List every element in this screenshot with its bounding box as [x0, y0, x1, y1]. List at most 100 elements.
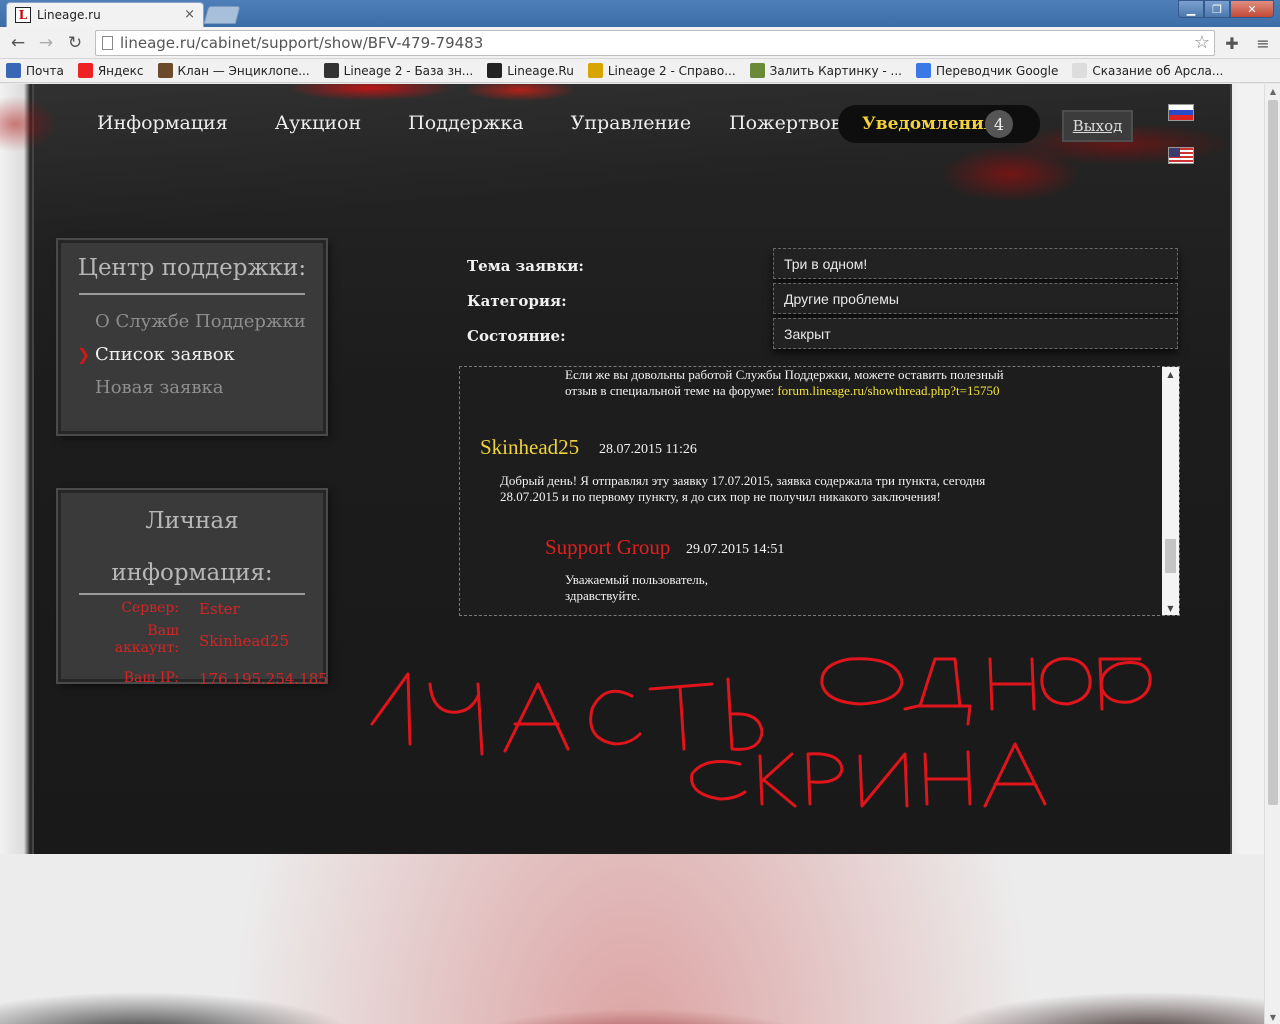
menu-icon[interactable]: ≡	[1252, 31, 1274, 55]
bookmark-item[interactable]: Клан — Энциклопе...	[157, 63, 310, 78]
intro-line2-prefix: отзыв в специальной теме на форуме:	[565, 383, 778, 398]
status-label: Состояние:	[467, 327, 566, 345]
extension-icon[interactable]: ✚	[1221, 31, 1243, 55]
bookmark-item[interactable]: Lineage 2 - База зн...	[323, 63, 474, 78]
notifications-label: Уведомления	[862, 114, 997, 134]
forum-link[interactable]: forum.lineage.ru/showthread.php?t=15750	[777, 383, 999, 398]
page-viewport: Информация Аукцион Поддержка Управление …	[0, 84, 1264, 1024]
menu-item-label: Список заявок	[95, 344, 235, 365]
russian-flag-icon[interactable]	[1168, 104, 1194, 121]
bookmark-item[interactable]: Яндекс	[77, 63, 144, 78]
category-label: Категория:	[467, 292, 567, 310]
bookmark-item[interactable]: Залить Картинку - ...	[749, 63, 902, 78]
browser-tab[interactable]: L Lineage.ru ×	[6, 2, 204, 27]
mail-icon	[6, 63, 21, 78]
nav-item-info[interactable]: Информация	[97, 112, 228, 134]
bookmark-label: Переводчик Google	[935, 63, 1059, 78]
support-author: Support Group	[545, 535, 671, 559]
bookmark-label: Яндекс	[97, 63, 144, 78]
bookmark-star-icon[interactable]: ☆	[1194, 32, 1210, 53]
user-message-line1: Добрый день! Я отправлял эту заявку 17.0…	[500, 473, 986, 488]
messages-panel[interactable]: Если же вы довольны работой Службы Подде…	[459, 366, 1180, 616]
intro-text: Если же вы довольны работой Службы Подде…	[565, 367, 1004, 399]
tab-title: Lineage.ru	[37, 8, 101, 22]
guide-icon	[587, 63, 603, 78]
server-label: Сервер:	[121, 600, 179, 616]
support-message-line2: здравствуйте.	[565, 588, 641, 603]
account-label-line1: Ваш	[147, 623, 179, 639]
nav-item-management[interactable]: Управление	[571, 112, 691, 134]
bookmark-label: Залить Картинку - ...	[769, 63, 902, 78]
account-label-line2: аккаунт:	[114, 640, 179, 656]
bookmark-label: Почта	[26, 63, 64, 78]
close-tab-icon[interactable]: ×	[184, 7, 195, 22]
page-scroll-up-arrow-icon[interactable]: ▲	[1265, 84, 1280, 98]
page-icon	[102, 36, 113, 50]
account-value: Skinhead25	[199, 632, 289, 650]
messages-scrollbar[interactable]: ▲ ▼	[1162, 367, 1179, 615]
bookmark-label: Lineage 2 - Справо...	[607, 63, 736, 78]
bookmark-item[interactable]: Lineage.Ru	[487, 63, 574, 78]
personal-info-title: Личная информация:	[61, 495, 323, 599]
scroll-up-arrow-icon[interactable]: ▲	[1162, 367, 1179, 381]
logout-button[interactable]: Выход	[1062, 110, 1133, 142]
page-scroll-thumb[interactable]	[1268, 100, 1278, 805]
bookmark-item[interactable]: Почта	[6, 63, 64, 78]
main-nav: Информация Аукцион Поддержка Управление …	[97, 112, 936, 134]
category-field: Другие проблемы	[773, 283, 1178, 314]
menu-item-new-ticket[interactable]: Новая заявка	[95, 377, 323, 410]
support-center-box: Центр поддержки: О Службе Поддержки ❯ Сп…	[58, 240, 326, 434]
bookmark-label: Клан — Энциклопе...	[177, 63, 310, 78]
support-message: Уважаемый пользователь, здравствуйте.	[565, 572, 708, 604]
notifications-button[interactable]: Уведомления 4	[838, 105, 1040, 143]
user-message: Добрый день! Я отправлял эту заявку 17.0…	[500, 473, 985, 505]
yandex-icon	[77, 63, 93, 78]
user-author: Skinhead25	[480, 435, 580, 459]
personal-info-title-line2: информация:	[111, 560, 273, 586]
personal-info-title-line1: Личная	[145, 508, 239, 534]
nav-item-support[interactable]: Поддержка	[408, 112, 524, 134]
menu-item-label: Новая заявка	[95, 377, 224, 398]
lineage-favicon-icon: L	[15, 7, 31, 23]
lineage-db-icon	[323, 63, 339, 78]
bookmark-item[interactable]: Переводчик Google	[915, 63, 1059, 78]
bookmark-item[interactable]: Сказание об Арсла...	[1072, 63, 1223, 78]
active-arrow-icon: ❯	[77, 345, 91, 364]
lineage-icon	[487, 63, 503, 78]
upload-icon	[749, 63, 765, 78]
page-scroll-down-arrow-icon[interactable]: ▼	[1265, 1010, 1280, 1024]
page-scrollbar[interactable]: ▲ ▼	[1264, 84, 1280, 1024]
forward-arrow-icon[interactable]: →	[34, 31, 58, 55]
nav-item-auction[interactable]: Аукцион	[275, 112, 361, 134]
menu-item-ticket-list[interactable]: ❯ Список заявок	[77, 344, 323, 377]
us-flag-icon[interactable]	[1168, 147, 1194, 164]
support-date: 29.07.2015 14:51	[686, 542, 785, 557]
ip-value: 176.195.254.185	[199, 670, 328, 688]
divider	[79, 293, 305, 295]
messages-scroll-thumb[interactable]	[1165, 539, 1176, 573]
bookmarks-bar: Почта Яндекс Клан — Энциклопе... Lineage 2 …	[0, 59, 1280, 83]
reload-icon[interactable]: ↻	[63, 31, 87, 55]
maximize-button[interactable]: ❐	[1204, 0, 1230, 18]
close-window-button[interactable]: ✕	[1230, 0, 1274, 18]
intro-line1: Если же вы довольны работой Службы Подде…	[565, 367, 1004, 382]
ink-splash-decoration	[0, 934, 1264, 1024]
subject-label: Тема заявки:	[467, 257, 584, 275]
back-arrow-icon[interactable]: ←	[6, 31, 30, 55]
menu-item-about-support[interactable]: О Службе Поддержки	[95, 311, 323, 344]
bookmark-label: Сказание об Арсла...	[1092, 63, 1224, 78]
intro-line2: отзыв в специальной теме на форуме: foru…	[565, 383, 1004, 399]
support-message-line1: Уважаемый пользователь,	[565, 572, 708, 587]
browser-titlebar: L Lineage.ru × ▁ ❐ ✕	[0, 0, 1280, 27]
user-date: 28.07.2015 11:26	[599, 442, 697, 457]
browser-toolbar: ← → ↻ lineage.ru/cabinet/support/show/BF…	[0, 27, 1280, 59]
account-label: Ваш аккаунт:	[115, 623, 179, 657]
address-bar[interactable]: lineage.ru/cabinet/support/show/BFV-479-…	[95, 30, 1215, 56]
minimize-button[interactable]: ▁	[1178, 0, 1204, 18]
scroll-down-arrow-icon[interactable]: ▼	[1162, 601, 1179, 615]
menu-item-label: О Службе Поддержки	[95, 311, 306, 332]
bookmark-label: Lineage 2 - База зн...	[343, 63, 474, 78]
new-tab-button[interactable]	[203, 6, 241, 24]
status-field: Закрыт	[773, 318, 1178, 349]
bookmark-item[interactable]: Lineage 2 - Справо...	[587, 63, 736, 78]
